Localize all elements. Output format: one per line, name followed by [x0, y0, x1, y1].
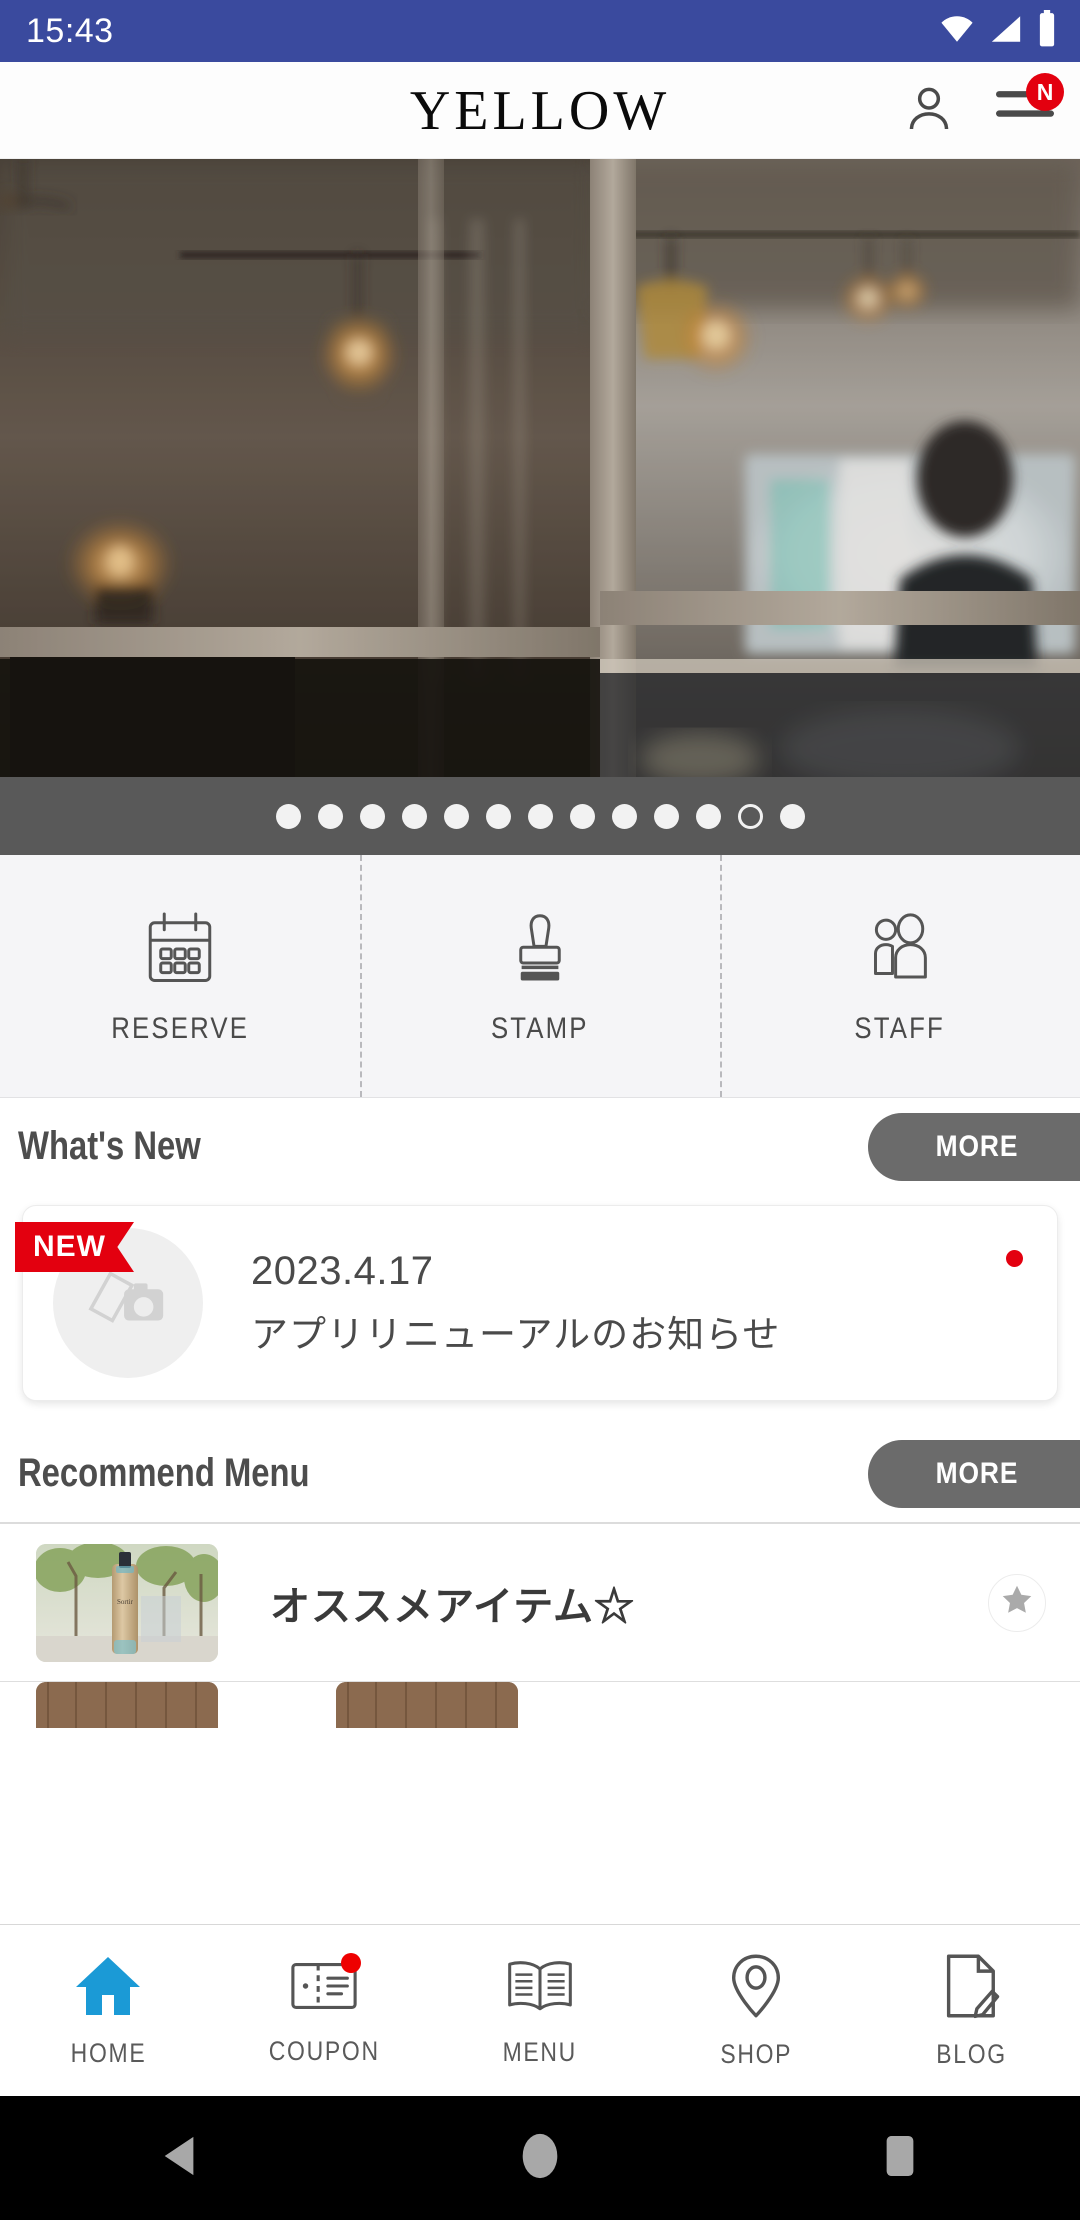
carousel-dot[interactable] — [653, 803, 679, 829]
carousel-dot[interactable] — [611, 803, 637, 829]
whats-new-more-button[interactable]: MORE — [868, 1112, 1080, 1181]
photo-placeholder-icon — [85, 1265, 171, 1342]
status-bar-clock: 15:43 — [26, 11, 114, 50]
android-navigation-bar — [0, 2096, 1080, 2220]
hero-carousel[interactable] — [0, 159, 1080, 777]
status-bar-icons — [938, 9, 1058, 53]
news-title: アプリリニューアルのお知らせ — [251, 1313, 781, 1355]
news-text: 2023.4.17 アプリリニューアルのお知らせ — [251, 1249, 780, 1358]
carousel-dot[interactable] — [275, 803, 301, 829]
android-back-button[interactable] — [120, 2096, 240, 2220]
recommend-item-thumbnail — [36, 1682, 218, 1728]
carousel-dot[interactable] — [401, 803, 427, 829]
carousel-dot[interactable] — [359, 803, 385, 829]
recommend-item-thumbnail: Sortir — [36, 1543, 218, 1662]
recommend-item-title: オススメアイテム☆ — [270, 1584, 635, 1629]
recents-square-icon — [879, 2132, 921, 2185]
whats-new-header: What's New MORE — [0, 1098, 1080, 1195]
carousel-indicators[interactable] — [0, 777, 1080, 855]
account-button[interactable] — [900, 81, 958, 139]
recommend-menu-more-button[interactable]: MORE — [868, 1439, 1080, 1508]
svg-text:Sortir: Sortir — [117, 1598, 134, 1606]
nav-item-coupon[interactable]: COUPON — [216, 1925, 432, 2096]
new-badge: NEW — [15, 1222, 134, 1272]
battery-icon — [1036, 9, 1058, 53]
quick-action-label: STAFF — [854, 1011, 946, 1045]
hero-image — [0, 159, 1080, 777]
signal-icon — [988, 12, 1024, 51]
bottom-navigation: HOME COUPON MENU SHOP BLOG — [0, 1924, 1080, 2096]
nav-item-home[interactable]: HOME — [0, 1925, 216, 2096]
people-icon — [858, 907, 942, 996]
person-icon — [901, 80, 957, 141]
whats-new-title: What's New — [18, 1124, 201, 1168]
news-item[interactable]: NEW 2023.4.17 アプリリニューアルのお知らせ — [15, 1205, 1058, 1401]
document-pen-icon — [940, 1952, 1004, 2025]
nav-item-shop[interactable]: SHOP — [648, 1925, 864, 2096]
book-icon — [504, 1954, 576, 2023]
carousel-dot[interactable] — [443, 803, 469, 829]
home-icon — [72, 1953, 144, 2024]
news-unread-dot — [1006, 1250, 1023, 1267]
carousel-dot[interactable] — [485, 803, 511, 829]
menu-notification-badge: N — [1026, 73, 1064, 111]
news-date: 2023.4.17 — [251, 1248, 434, 1293]
recommend-item-favorite-button[interactable] — [988, 1573, 1046, 1632]
nav-label: HOME — [70, 2037, 146, 2068]
quick-action-reserve[interactable]: RESERVE — [0, 855, 360, 1097]
app-header: YELLOW N — [0, 62, 1080, 159]
recommend-item-thumbnail — [336, 1682, 518, 1728]
carousel-dot[interactable] — [527, 803, 553, 829]
quick-action-stamp[interactable]: STAMP — [360, 855, 720, 1097]
nav-item-blog[interactable]: BLOG — [864, 1925, 1080, 2096]
calendar-icon — [138, 907, 222, 996]
stamp-icon — [498, 907, 582, 996]
quick-action-staff[interactable]: STAFF — [720, 855, 1080, 1097]
wifi-icon — [938, 12, 976, 51]
carousel-dot[interactable] — [695, 803, 721, 829]
more-label: MORE — [935, 1129, 1019, 1163]
nav-label: COUPON — [268, 2035, 380, 2066]
quick-actions: RESERVE STAMP STAFF — [0, 855, 1080, 1098]
recommend-menu-header: Recommend Menu MORE — [0, 1425, 1080, 1522]
nav-label: MENU — [502, 2036, 578, 2067]
whats-new-list: NEW 2023.4.17 アプリリニューアルのお知らせ — [0, 1195, 1080, 1425]
location-pin-icon — [725, 1952, 787, 2025]
menu-button[interactable]: N — [996, 73, 1064, 139]
quick-action-label: STAMP — [491, 1011, 589, 1045]
app-screen: 15:43 YELLOW N RESERVE STAMP STAFF What'… — [0, 0, 1080, 2220]
home-circle-icon — [518, 2131, 562, 2186]
more-label: MORE — [935, 1456, 1019, 1490]
recommend-menu-item[interactable]: Sortir オススメアイテム☆ — [0, 1524, 1080, 1682]
carousel-dot[interactable] — [779, 803, 805, 829]
carousel-dot[interactable] — [569, 803, 595, 829]
recommend-menu-title: Recommend Menu — [18, 1451, 310, 1495]
recommend-menu-list: Sortir オススメアイテム☆ — [0, 1522, 1080, 1728]
star-icon — [999, 1582, 1035, 1623]
carousel-dot[interactable] — [317, 803, 343, 829]
back-triangle-icon — [159, 2133, 201, 2184]
nav-item-menu[interactable]: MENU — [432, 1925, 648, 2096]
nav-label: BLOG — [936, 2038, 1008, 2069]
nav-label: SHOP — [720, 2038, 792, 2069]
android-recents-button[interactable] — [840, 2096, 960, 2220]
status-bar: 15:43 — [0, 0, 1080, 62]
recommend-menu-item-partial[interactable] — [0, 1682, 1080, 1728]
carousel-dot-active[interactable] — [737, 803, 763, 829]
header-actions: N — [900, 73, 1064, 139]
android-home-button[interactable] — [480, 2096, 600, 2220]
quick-action-label: RESERVE — [111, 1011, 249, 1045]
